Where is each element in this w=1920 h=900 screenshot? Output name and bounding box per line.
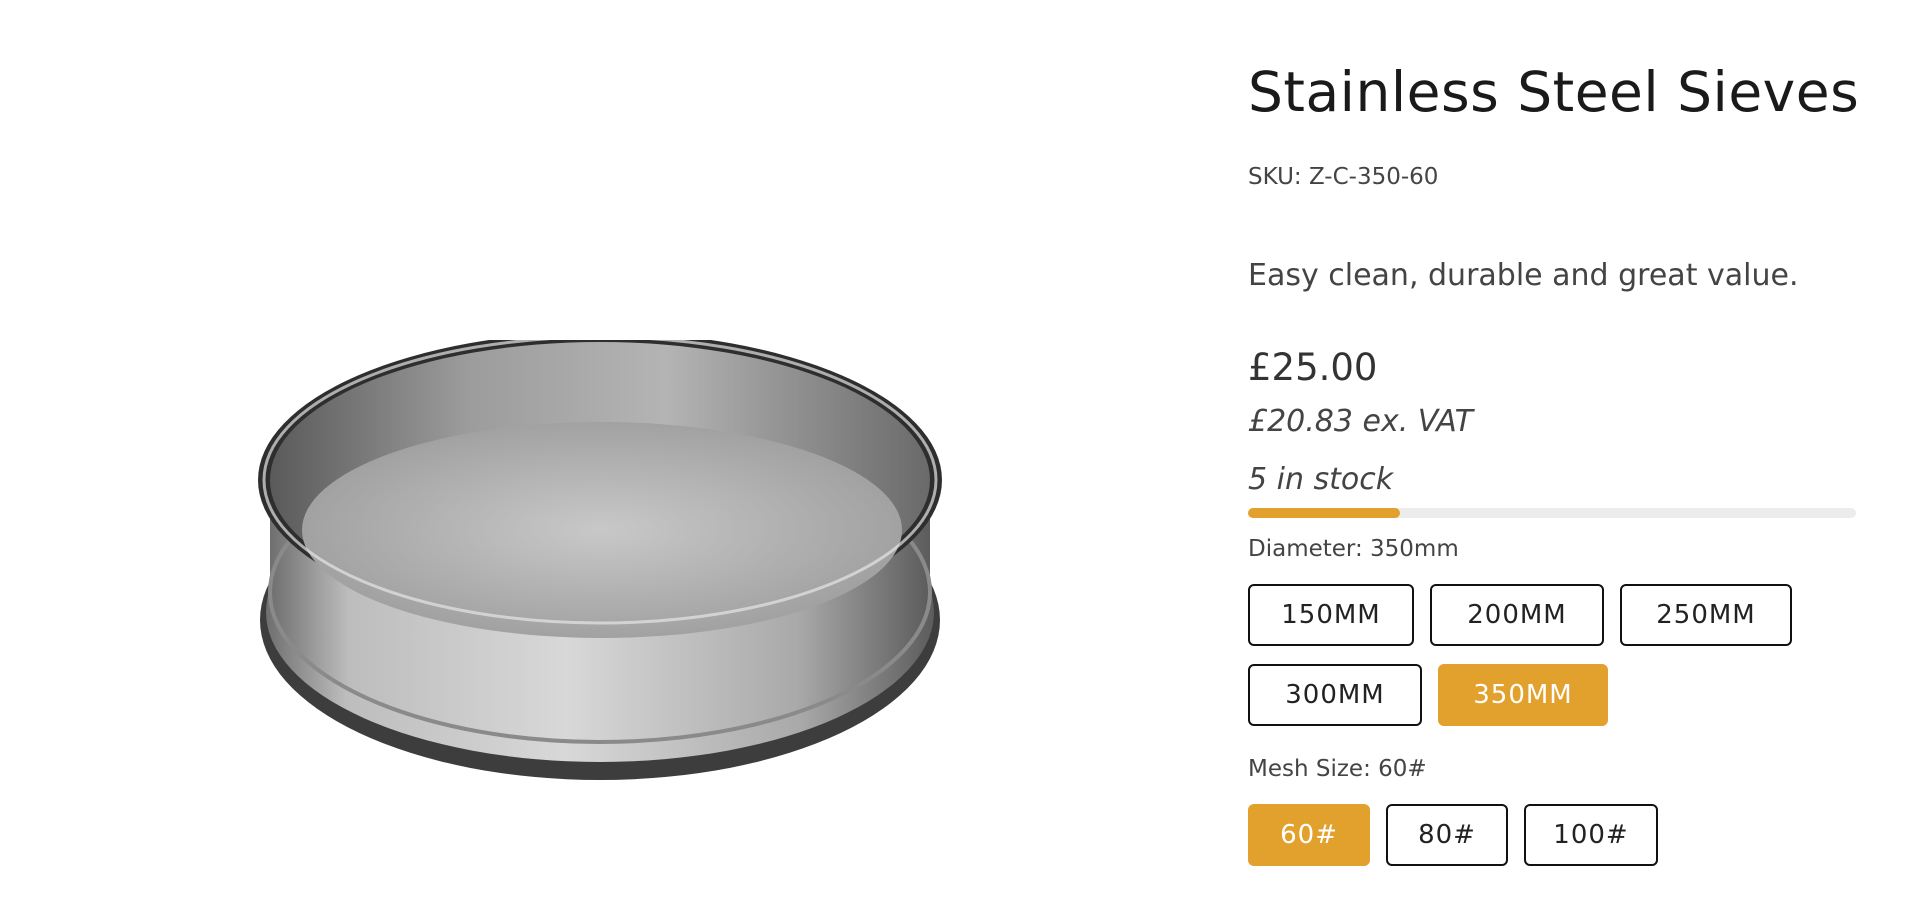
diameter-option-250mm[interactable]: 250MM xyxy=(1620,584,1792,646)
diameter-option-200mm[interactable]: 200MM xyxy=(1430,584,1604,646)
product-price: £25.00 xyxy=(1248,346,1378,389)
mesh-option-100[interactable]: 100# xyxy=(1524,804,1658,866)
product-sku: SKU: Z-C-350-60 xyxy=(1248,164,1439,190)
mesh-option-80[interactable]: 80# xyxy=(1386,804,1508,866)
diameter-option-350mm[interactable]: 350MM xyxy=(1438,664,1608,726)
diameter-label: Diameter: 350mm xyxy=(1248,536,1459,562)
product-price-ex-vat: £20.83 ex. VAT xyxy=(1248,404,1473,439)
diameter-option-150mm[interactable]: 150MM xyxy=(1248,584,1414,646)
product-tagline: Easy clean, durable and great value. xyxy=(1248,258,1799,293)
stock-status: 5 in stock xyxy=(1248,462,1394,497)
product-title: Stainless Steel Sieves xyxy=(1248,60,1860,124)
diameter-option-300mm[interactable]: 300MM xyxy=(1248,664,1422,726)
product-image[interactable] xyxy=(240,332,960,840)
mesh-option-60[interactable]: 60# xyxy=(1248,804,1370,866)
mesh-size-label: Mesh Size: 60# xyxy=(1248,756,1427,782)
stock-progress-bar xyxy=(1248,508,1856,518)
sieve-photo xyxy=(258,332,942,780)
stock-progress-fill xyxy=(1248,508,1400,518)
